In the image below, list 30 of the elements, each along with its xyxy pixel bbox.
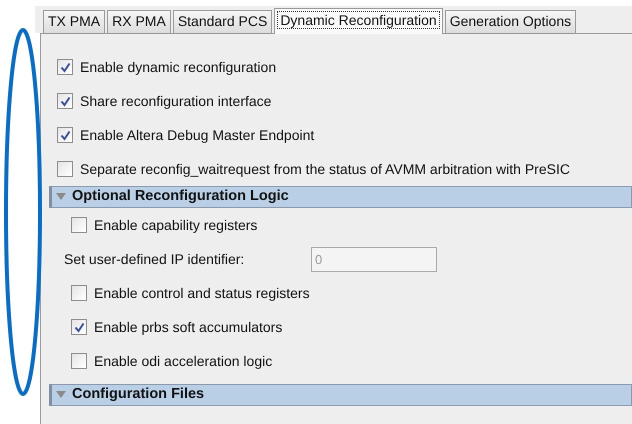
check-icon xyxy=(60,130,70,140)
check-icon xyxy=(74,322,84,332)
checkbox[interactable] xyxy=(71,217,87,233)
checkbox-label: Enable dynamic reconfiguration xyxy=(80,58,276,77)
checkbox-label: Enable capability registers xyxy=(94,216,258,235)
collapse-triangle-icon[interactable] xyxy=(56,193,66,201)
check-icon xyxy=(60,62,70,72)
checkbox[interactable] xyxy=(57,161,73,177)
checkbox[interactable] xyxy=(71,285,87,301)
checkbox-label: Enable odi acceleration logic xyxy=(94,352,272,371)
checkbox-label: Separate reconfig_waitrequest from the status of AVMM arbitration with PreSIC xyxy=(80,160,570,179)
checkbox-label: Share reconfiguration interface xyxy=(80,92,272,111)
check-icon xyxy=(60,96,70,106)
checkbox[interactable] xyxy=(57,127,73,143)
tab[interactable]: RX PMA xyxy=(107,10,171,33)
checkbox[interactable] xyxy=(71,319,87,335)
field-label: Set user-defined IP identifier: xyxy=(64,250,246,268)
section-header[interactable]: Optional Reconfiguration Logic xyxy=(49,186,632,208)
checkbox[interactable] xyxy=(57,59,73,75)
checkbox-label: Enable Altera Debug Master Endpoint xyxy=(80,126,314,145)
checkbox-label: Enable prbs soft accumulators xyxy=(94,318,282,337)
tab[interactable]: TX PMA xyxy=(43,10,106,33)
tab[interactable]: Generation Options xyxy=(444,10,576,33)
tab[interactable]: Standard PCS xyxy=(172,10,272,33)
tab[interactable]: Dynamic Reconfiguration xyxy=(274,8,443,34)
checkbox-label: Enable control and status registers xyxy=(94,284,310,303)
section-header[interactable]: Configuration Files xyxy=(49,384,632,406)
checkbox[interactable] xyxy=(71,353,87,369)
collapse-triangle-icon[interactable] xyxy=(56,391,66,399)
checkbox[interactable] xyxy=(57,93,73,109)
